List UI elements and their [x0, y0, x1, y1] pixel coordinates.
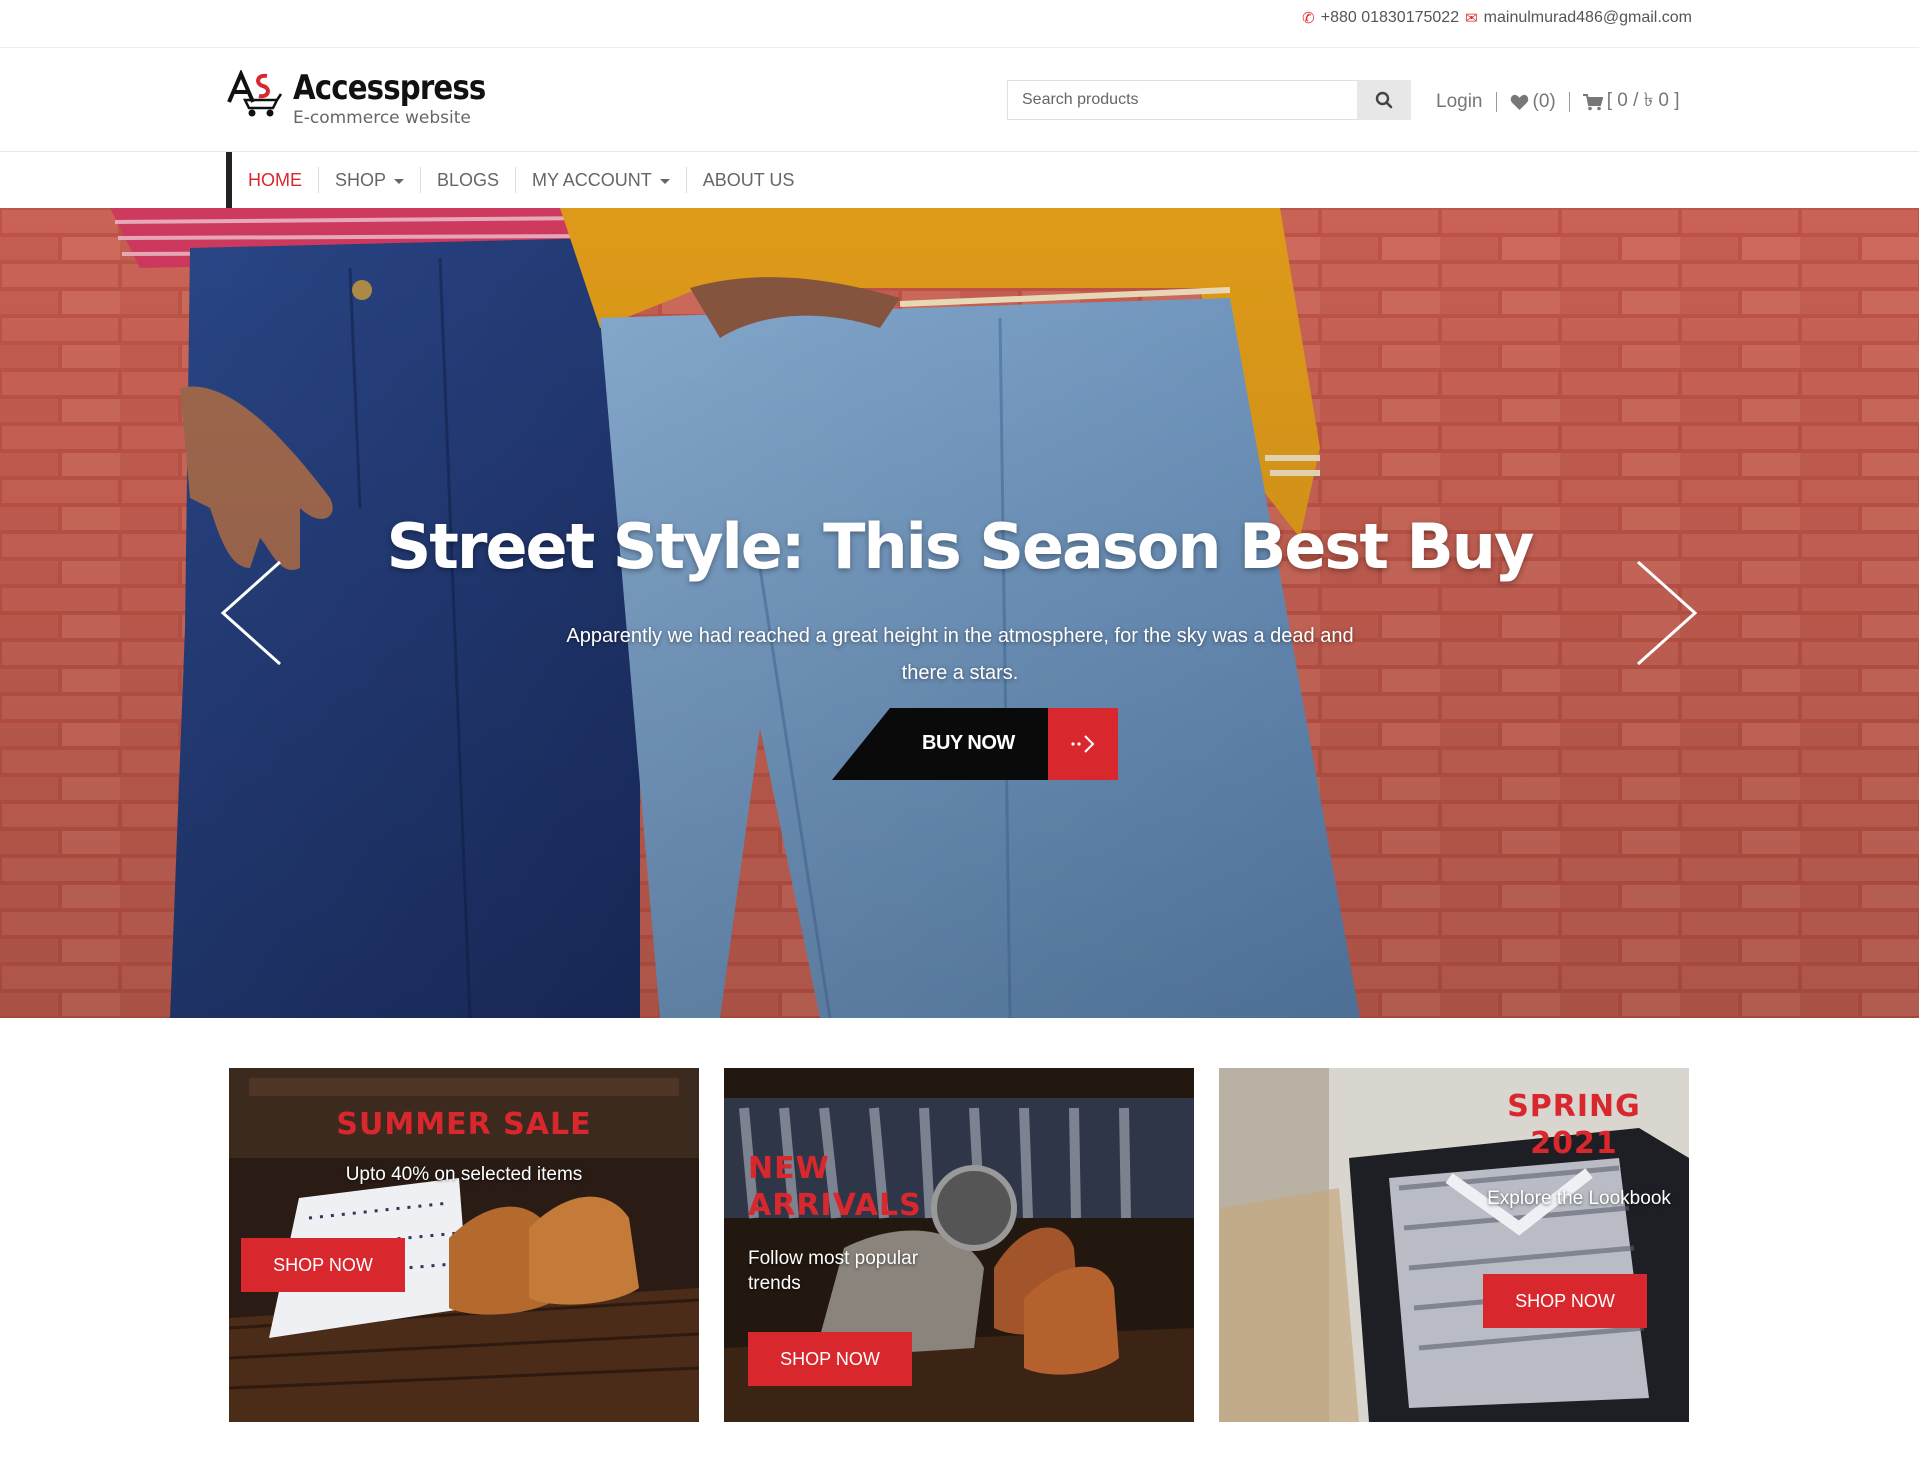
heart-icon — [1510, 94, 1528, 110]
nav-item-label: ABOUT US — [702, 169, 795, 190]
hero-description: Apparently we had reached a great height… — [566, 625, 1354, 684]
buy-now-button[interactable]: BUY NOW — [832, 708, 1118, 780]
promo-card-summer-sale[interactable]: SUMMER SALE Upto 40% on selected items S… — [229, 1068, 699, 1422]
nav-item-label: MY ACCOUNT — [532, 169, 652, 190]
nav-item-my-account[interactable]: MY ACCOUNT — [516, 167, 687, 193]
nav-item-label: HOME — [248, 169, 302, 190]
search-icon — [1375, 91, 1393, 109]
promo-subtitle: Explore the Lookbook — [1487, 1188, 1671, 1209]
buy-now-arrow — [1048, 708, 1118, 780]
main-nav: HOME SHOP BLOGS MY ACCOUNT ABOUT US — [0, 152, 1919, 208]
nav-menu: HOME SHOP BLOGS MY ACCOUNT ABOUT US — [226, 152, 810, 208]
wishlist-link[interactable]: (0) — [1510, 91, 1556, 113]
caret-down-icon — [394, 179, 405, 184]
phone-number[interactable]: +880 01830175022 — [1321, 9, 1459, 27]
wishlist-count: (0) — [1532, 91, 1556, 112]
hero-title: Street Style: This Season Best Buy — [386, 510, 1535, 583]
nav-item-label: BLOGS — [437, 169, 500, 190]
email-address[interactable]: mainulmurad486@gmail.com — [1484, 9, 1692, 27]
header-links: Login (0) [ 0 / ৳ 0 ] — [1436, 86, 1680, 118]
arrow-right-icon — [1071, 735, 1095, 753]
nav-item-home[interactable]: HOME — [232, 167, 319, 193]
promo-card-new-arrivals[interactable]: NEW ARRIVALS Follow most popular trends … — [724, 1068, 1194, 1422]
hero-slider: Street Style: This Season Best Buy Appar… — [0, 208, 1919, 1018]
nav-item-blogs[interactable]: BLOGS — [421, 167, 517, 193]
search-form — [1007, 80, 1411, 120]
nav-item-about-us[interactable]: ABOUT US — [687, 167, 811, 193]
nav-item-shop[interactable]: SHOP — [319, 167, 422, 193]
logo-mark — [227, 68, 283, 118]
promo-subtitle: Follow most popular trends — [748, 1248, 919, 1294]
promo-title: SPRING 2021 — [1507, 1089, 1641, 1161]
site-logo[interactable]: Accesspress E-commerce website — [227, 68, 517, 128]
promo-title: NEW ARRIVALS — [748, 1151, 922, 1223]
buy-now-label: BUY NOW — [922, 732, 1015, 754]
promo-card-spring-2021[interactable]: SPRING 2021 Explore the Lookbook SHOP NO… — [1219, 1068, 1689, 1422]
cart-icon — [1582, 93, 1603, 110]
top-bar: ✆ +880 01830175022 ✉ mainulmurad486@gmai… — [0, 0, 1919, 48]
shop-now-button[interactable]: SHOP NOW — [1483, 1274, 1647, 1328]
search-input[interactable] — [1007, 80, 1357, 120]
phone-icon: ✆ — [1302, 10, 1315, 27]
shop-now-button[interactable]: SHOP NOW — [241, 1238, 405, 1292]
cart-summary: [ 0 / ৳ 0 ] — [1606, 90, 1680, 111]
login-link[interactable]: Login — [1436, 91, 1483, 113]
envelope-icon: ✉ — [1465, 10, 1478, 27]
cart-link[interactable]: [ 0 / ৳ 0 ] — [1582, 86, 1680, 118]
divider — [1495, 92, 1497, 112]
hero-image — [0, 208, 1919, 1018]
logo-title: Accesspress — [293, 68, 486, 108]
logo-subtitle: E-commerce website — [293, 108, 471, 128]
divider — [1568, 92, 1570, 112]
caret-down-icon — [659, 179, 670, 184]
contact-info: ✆ +880 01830175022 ✉ mainulmurad486@gmai… — [1302, 9, 1692, 27]
search-button[interactable] — [1357, 80, 1411, 120]
nav-item-label: SHOP — [335, 169, 387, 190]
promo-subtitle: Upto 40% on selected items — [345, 1164, 583, 1185]
site-header: Accesspress E-commerce website Login (0) — [0, 48, 1919, 152]
promo-title: SUMMER SALE — [336, 1107, 592, 1142]
shop-now-button[interactable]: SHOP NOW — [748, 1332, 912, 1386]
